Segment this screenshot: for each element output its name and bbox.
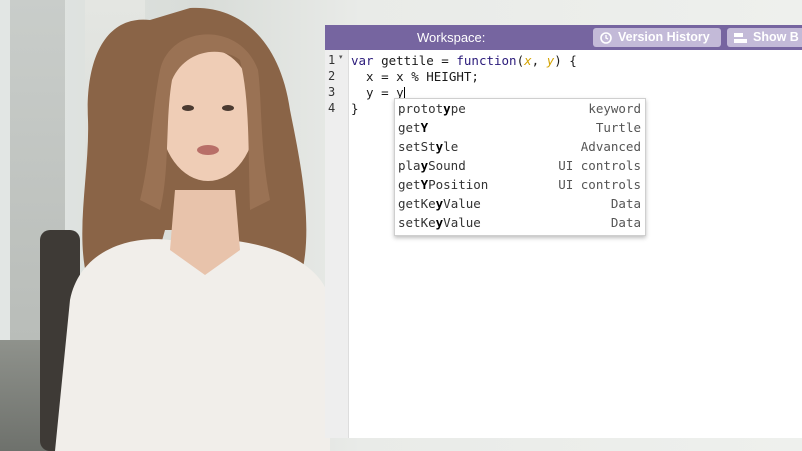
line-number: 4: [328, 101, 336, 115]
autocomplete-item[interactable]: prototype keyword: [395, 99, 645, 118]
line-number: 2: [328, 69, 336, 83]
workspace-title: Workspace:: [417, 30, 486, 45]
autocomplete-category: UI controls: [558, 177, 641, 192]
autocomplete-item[interactable]: setKeyValue Data: [395, 213, 645, 232]
line-number-gutter: 1 ▾ 2 3 4: [325, 50, 349, 438]
blocks-icon: [734, 32, 747, 43]
autocomplete-category: Data: [610, 196, 641, 211]
code-text: ) {: [554, 53, 577, 68]
show-blocks-label: Show B: [753, 30, 799, 44]
code-text: gettile =: [373, 53, 457, 68]
autocomplete-category: Data: [610, 215, 641, 230]
code-text: x = x % HEIGHT;: [351, 69, 479, 84]
autocomplete-item[interactable]: getY Turtle: [395, 118, 645, 137]
clock-icon: [600, 31, 612, 44]
code-line[interactable]: var gettile = function(x, y) {: [351, 53, 577, 68]
autocomplete-category: keyword: [588, 101, 641, 116]
version-history-button[interactable]: Version History: [593, 28, 721, 47]
autocomplete-name: setKeyValue: [398, 215, 481, 230]
code-param: x: [524, 53, 532, 68]
workspace-header: Workspace: Version History Show B: [325, 25, 802, 50]
code-keyword: function: [456, 53, 517, 68]
fold-arrow-icon[interactable]: ▾: [339, 53, 343, 61]
autocomplete-item[interactable]: setStyle Advanced: [395, 137, 645, 156]
code-line[interactable]: }: [351, 101, 359, 116]
autocomplete-name: setStyle: [398, 139, 459, 154]
autocomplete-category: UI controls: [558, 158, 641, 173]
line-number: 3: [328, 85, 336, 99]
autocomplete-category: Advanced: [580, 139, 641, 154]
autocomplete-item[interactable]: getYPosition UI controls: [395, 175, 645, 194]
autocomplete-name: getKeyValue: [398, 196, 481, 211]
code-text: ,: [531, 53, 547, 68]
version-history-label: Version History: [618, 30, 710, 44]
autocomplete-category: Turtle: [595, 120, 641, 135]
show-blocks-button[interactable]: Show B: [727, 28, 802, 47]
autocomplete-item[interactable]: playSound UI controls: [395, 156, 645, 175]
autocomplete-name: playSound: [398, 158, 466, 173]
presenter-video: [55, 7, 330, 451]
autocomplete-popup: prototype keyword getY Turtle setStyle A…: [394, 98, 646, 236]
autocomplete-name: getYPosition: [398, 177, 489, 192]
code-keyword: var: [351, 53, 374, 68]
autocomplete-item[interactable]: getKeyValue Data: [395, 194, 645, 213]
autocomplete-name: prototype: [398, 101, 466, 116]
code-text: (: [516, 53, 525, 68]
autocomplete-name: getY: [398, 120, 429, 135]
code-line[interactable]: x = x % HEIGHT;: [351, 69, 479, 84]
code-text: }: [351, 101, 359, 116]
line-number: 1: [328, 53, 336, 67]
